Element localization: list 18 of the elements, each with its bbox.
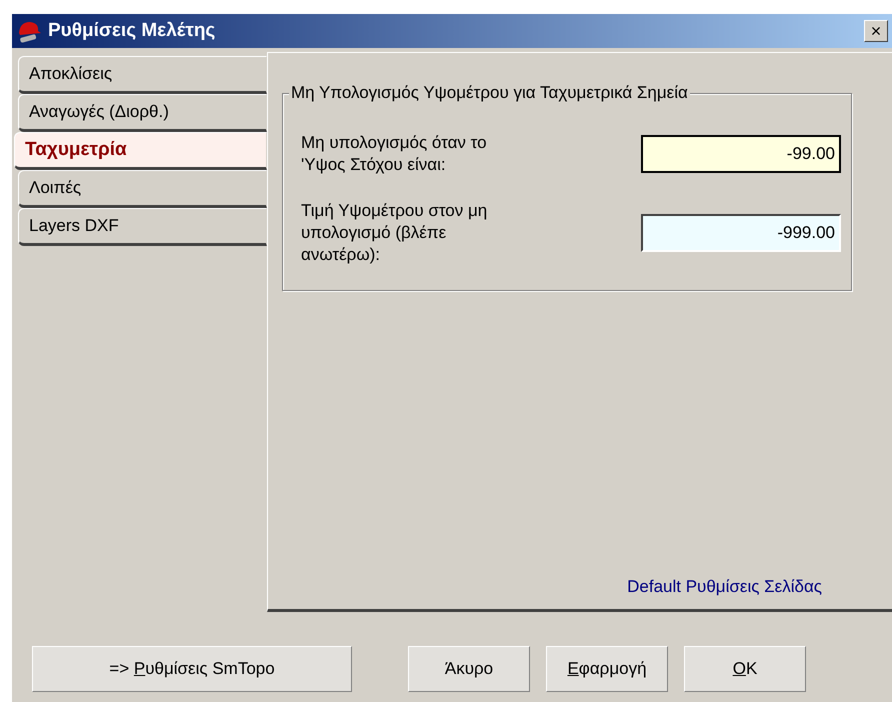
dialog-button[interactable]: Εφαρμογή — [546, 646, 668, 692]
tab[interactable]: Layers DXF — [18, 208, 267, 246]
number-field[interactable]: -99.00 — [641, 135, 841, 173]
tab[interactable]: Λοιπές — [18, 170, 267, 208]
field-label: Μη υπολογισμός όταν το 'Υψος Στόχου είναι: — [301, 132, 488, 176]
window-title: Ρυθμίσεις Μελέτης — [48, 20, 216, 42]
tab[interactable]: Αποκλίσεις — [18, 56, 267, 94]
defaults-link[interactable]: Default Ρυθμίσεις Σελίδας — [627, 577, 822, 597]
field-label: Τιμή Υψομέτρου στον μη υπολογισμό (βλέπε ανωτέρω): — [301, 200, 488, 266]
dialog-button[interactable]: => Ρυθμίσεις SmTopo — [32, 646, 352, 692]
dialog-button[interactable]: OK — [684, 646, 806, 692]
close-button[interactable]: × — [864, 20, 888, 42]
tab[interactable]: Αναγωγές (Διορθ.) — [18, 94, 267, 132]
group-title: Μη Υπολογισμός Υψομέτρου για Ταχυμετρικά Σημεία — [289, 83, 690, 103]
helmet-icon — [16, 19, 42, 43]
number-field[interactable]: -999.00 — [641, 214, 841, 252]
dialog-button[interactable]: Άκυρο — [408, 646, 530, 692]
tab[interactable]: Ταχυμετρία — [14, 132, 267, 170]
